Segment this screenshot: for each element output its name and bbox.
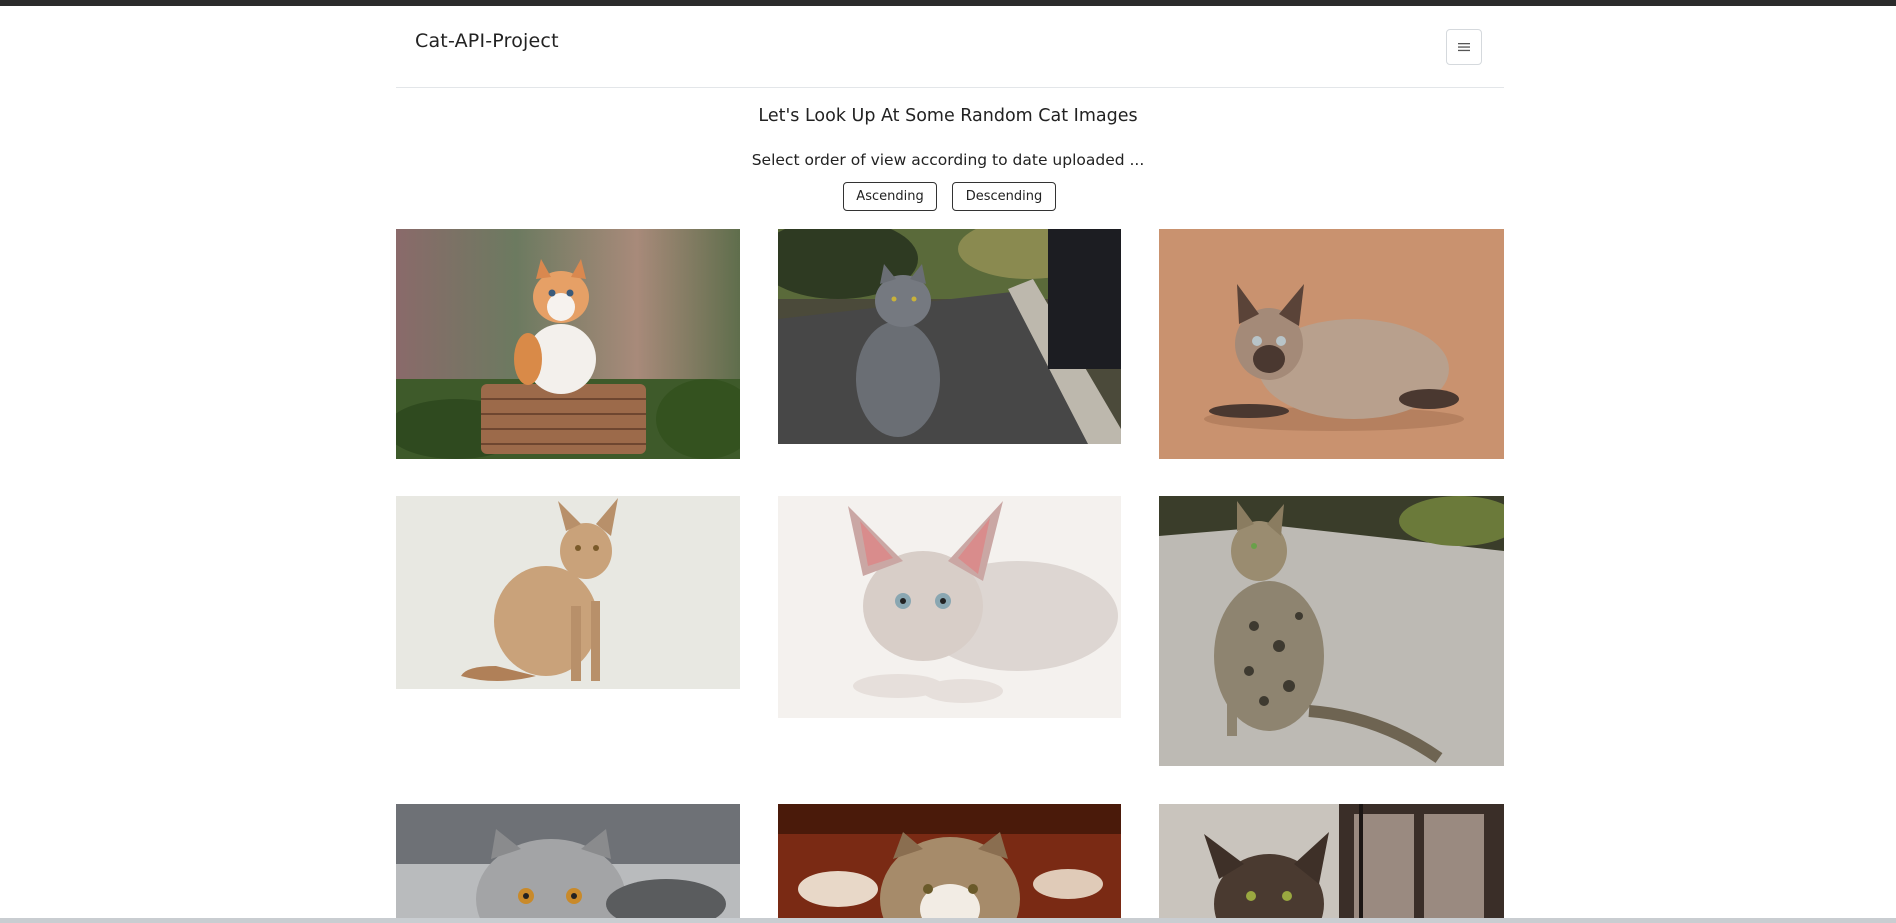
bengal-cat-pavement-photo xyxy=(1159,496,1504,766)
cat-image-7[interactable] xyxy=(396,804,740,918)
orange-kitten-basket-photo xyxy=(396,229,740,459)
cat-image-5[interactable] xyxy=(778,496,1121,718)
exotic-shorthair-cat-photo xyxy=(778,804,1121,918)
brown-oriental-cat-photo xyxy=(1159,804,1504,918)
cat-image-2[interactable] xyxy=(778,229,1121,444)
cat-image-9[interactable] xyxy=(1159,804,1504,918)
hamburger-menu-icon xyxy=(1457,41,1471,53)
ascending-button[interactable]: Ascending xyxy=(843,182,937,211)
silver-tabby-cat-photo xyxy=(396,804,740,918)
cat-image-4[interactable] xyxy=(396,496,740,689)
page-title: Let's Look Up At Some Random Cat Images xyxy=(758,106,1138,126)
sphynx-cat-tan-background-photo xyxy=(1159,229,1504,459)
navbar: Cat-API-Project xyxy=(396,6,1504,88)
menu-toggle-button[interactable] xyxy=(1446,29,1482,65)
cat-image-6[interactable] xyxy=(1159,496,1504,766)
grey-cat-road-photo xyxy=(778,229,1121,444)
cat-image-3[interactable] xyxy=(1159,229,1504,459)
horizontal-scrollbar[interactable] xyxy=(0,918,1896,923)
brand-title[interactable]: Cat-API-Project xyxy=(415,30,559,52)
sort-instruction: Select order of view according to date u… xyxy=(751,151,1145,169)
descending-button[interactable]: Descending xyxy=(952,182,1056,211)
cat-image-1[interactable] xyxy=(396,229,740,459)
cat-image-8[interactable] xyxy=(778,804,1121,918)
hairless-kitten-photo xyxy=(778,496,1121,718)
devon-rex-cat-photo xyxy=(396,496,740,689)
